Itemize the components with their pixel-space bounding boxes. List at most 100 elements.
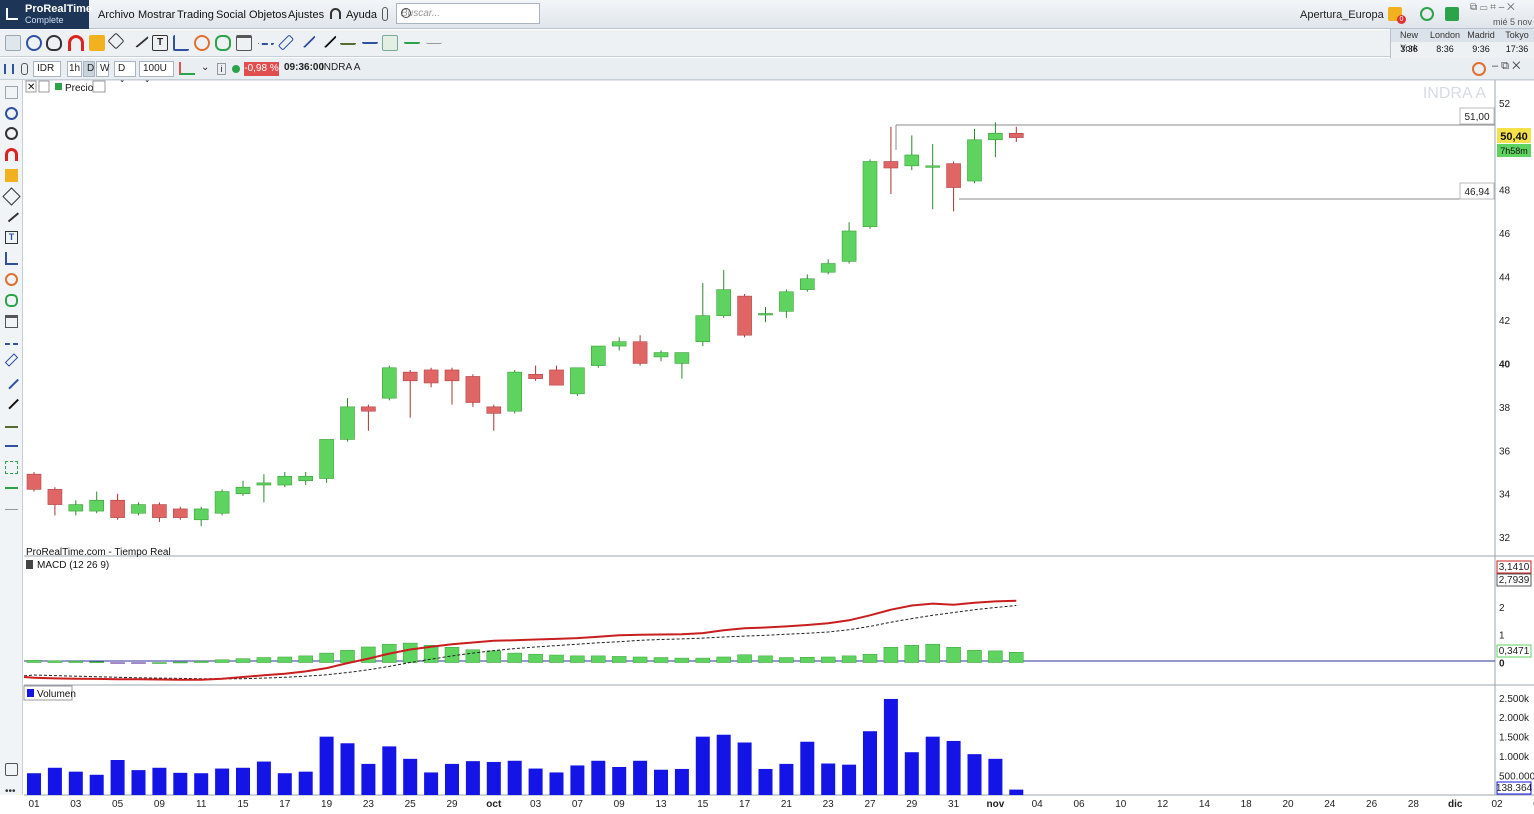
support-level: 46,94 [1464,187,1489,198]
volume-bar [570,765,585,795]
macd-histogram-bar [47,660,63,663]
volume-bar [382,746,397,795]
macd-pane-label[interactable]: MACD (12 26 9) [37,560,109,571]
macd-histogram-bar [528,653,543,663]
volume-bar [340,743,355,795]
signal-value: 2,7939 [1499,575,1530,586]
volume-bar [654,769,668,795]
macd-histogram-bar [988,650,1003,663]
close-icon[interactable]: ✕ [27,82,35,93]
date-tick-label: 29 [446,799,458,810]
axes-layer: 32343638404244464852012500.0001.000k1.50… [28,99,1534,810]
candle-body [528,373,543,379]
macd-histogram-bar [486,650,502,663]
histogram-value: 0,3471 [1499,646,1530,657]
date-tick-label: oct [486,799,502,810]
date-tick-label: 17 [739,799,751,810]
current-price: 50,40 [1500,131,1528,143]
candle-body [173,508,188,518]
volume-pane-label[interactable]: Volumen [37,689,76,700]
candle-body [68,504,84,512]
date-tick-label: 23 [363,799,375,810]
macd-histogram-bar [214,659,230,663]
date-tick-label: 17 [279,799,291,810]
date-tick-label: 03 [70,799,82,810]
price-tick-label: 38 [1499,403,1511,414]
pane-menu-icon[interactable] [92,80,106,93]
volume-bar [465,761,480,795]
candle-body [361,406,376,412]
candle-body [716,289,732,316]
candles-layer [26,122,1024,527]
date-tick-label: 21 [781,799,793,810]
date-tick-label: 28 [1408,799,1420,810]
candle-body [570,367,585,395]
macd-histogram-bar [674,657,690,663]
macd-histogram-bar [110,662,125,664]
macd-layer [23,599,1024,681]
volume-last-value: 138.364 [1496,783,1533,794]
candle-body [193,508,209,521]
price-tick-label: 48 [1499,186,1511,197]
macd-histogram-bar [152,662,167,664]
volume-bar [946,740,961,795]
volume-bar [925,736,940,795]
volume-tick-label: 1.500k [1499,733,1530,744]
candle-body [444,369,460,382]
candle-body [925,165,941,168]
date-tick-label: 11 [196,799,207,810]
macd-histogram-bar [507,652,522,663]
candle-body [214,491,230,514]
candle-body [549,369,564,386]
volume-bar [904,752,919,795]
candle-body [465,376,481,403]
volume-bar [319,736,334,795]
date-tick-label: dic [1448,799,1463,810]
price-tick-label: 40 [1499,359,1511,370]
date-tick-label: 13 [655,799,667,810]
candle-body [26,473,42,490]
volume-bar [215,768,230,795]
date-tick-label: 26 [1366,799,1378,810]
volume-bar [800,741,815,795]
price-pane-label[interactable]: Precio [65,83,94,94]
candle-body [862,161,878,227]
volume-bar [507,760,522,795]
date-tick-label: 12 [1157,799,1169,810]
date-tick-label: 04 [1032,799,1044,810]
date-tick-label: 23 [823,799,835,810]
volume-bar [361,763,376,795]
volume-bar [173,772,188,795]
date-tick-label: 02 [1491,799,1503,810]
price-tick-label: 44 [1499,273,1511,284]
volume-bar [967,754,982,795]
price-tick-label: 52 [1499,99,1511,110]
volume-tick-label: 2.000k [1499,713,1530,724]
add-indicator-icon[interactable] [38,80,50,93]
candle-body [47,489,63,505]
macd-histogram-bar [653,657,669,663]
candle-body [381,367,397,399]
macd-histogram-bar [256,657,272,663]
price-color-icon [55,83,62,90]
macd-tick-label: 2 [1499,603,1505,614]
chart-area[interactable]: ✕ Precio INDRA A ProRealTime.com - Tiemp… [0,0,1534,814]
date-tick-label: 03 [530,799,542,810]
date-tick-label: 20 [1282,799,1294,810]
macd-tick-label: 0 [1499,659,1505,670]
macd-histogram-bar [1009,651,1024,663]
volume-bar [821,763,836,795]
volume-bar [486,761,501,795]
macd-histogram-bar [904,645,920,663]
macd-histogram-bar [340,650,355,663]
volume-bar [549,772,564,795]
volume-bar [988,758,1003,795]
macd-histogram-bar [319,652,334,663]
price-tick-label: 34 [1499,490,1511,501]
volume-bar [716,734,731,795]
date-tick-label: 24 [1324,799,1336,810]
candle-body [758,313,773,316]
volume-tick-label: 500.000 [1499,772,1534,783]
macd-histogram-bar [193,660,209,663]
volume-bar [633,760,648,795]
